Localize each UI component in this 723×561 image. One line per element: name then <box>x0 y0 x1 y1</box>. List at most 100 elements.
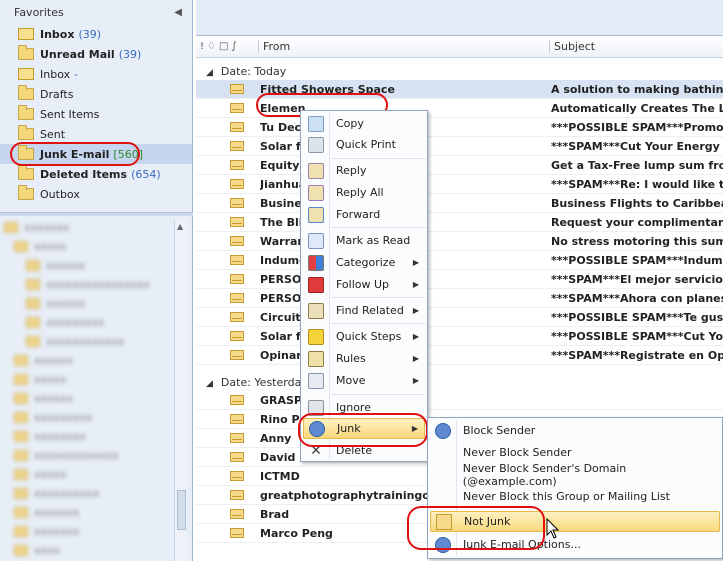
message-row[interactable]: PERSON***SPAM***El mejor servicio a Py <box>196 270 723 289</box>
attachment-icon[interactable]: ∫ <box>231 41 236 52</box>
menu-item-quick-steps[interactable]: Quick Steps ▶ <box>303 326 425 347</box>
fav-deleted-items[interactable]: Deleted Items (654) <box>0 164 192 184</box>
collapse-triangle-icon[interactable]: ◢ <box>206 68 213 78</box>
menu-separator <box>331 297 425 298</box>
menu-item-find-related[interactable]: Find Related ▶ <box>303 300 425 321</box>
header-icons: ! ♢ □ ∫ <box>196 41 258 52</box>
subject-column-header[interactable]: Subject <box>549 40 723 53</box>
forward-icon <box>308 206 324 223</box>
drafts-icon <box>18 85 34 100</box>
message-subject: ***POSSIBLE SPAM***Promocion <box>551 120 723 134</box>
message-row[interactable]: PERSON***SPAM***Ahora con planes ILI <box>196 289 723 308</box>
message-subject: Get a Tax-Free lump sum from yo <box>551 158 723 172</box>
scroll-up-icon[interactable]: ▲ <box>177 222 183 231</box>
context-menu: Copy Quick Print Reply Reply All Forward… <box>300 110 428 462</box>
folder-label: Sent Items <box>40 107 100 121</box>
reminder-icon[interactable]: ♢ <box>207 41 216 52</box>
submenu-arrow-icon: ▶ <box>412 258 419 267</box>
menu-item-quick-print[interactable]: Quick Print <box>303 134 425 155</box>
menu-item-forward[interactable]: Forward <box>303 204 425 225</box>
menu-label: Categorize <box>336 256 396 269</box>
rules-icon <box>308 350 324 367</box>
lightning-icon <box>308 328 324 345</box>
message-row[interactable]: Tu Deco***POSSIBLE SPAM***Promocion <box>196 118 723 137</box>
menu-item-reply-all[interactable]: Reply All <box>303 182 425 203</box>
menu-item-follow-up[interactable]: Follow Up ▶ <box>303 274 425 295</box>
group-label: Date: Yesterday <box>220 376 308 389</box>
submenu-never-block-domain[interactable]: Never Block Sender's Domain (@example.co… <box>430 462 720 488</box>
print-icon <box>308 136 324 153</box>
submenu-block-sender[interactable]: Block Sender <box>430 420 720 441</box>
message-subject: ***POSSIBLE SPAM***Te gustaria <box>551 310 723 324</box>
fav-drafts[interactable]: Drafts <box>0 84 192 104</box>
message-row[interactable]: Equity RGet a Tax-Free lump sum from yo <box>196 156 723 175</box>
submenu-never-block-group[interactable]: Never Block this Group or Mailing List <box>430 486 720 507</box>
envelope-icon <box>230 490 244 500</box>
message-row[interactable]: Solar fo***POSSIBLE SPAM***Cut Your Er <box>196 327 723 346</box>
fav-inbox[interactable]: Inbox (39) <box>0 24 192 44</box>
fav-unread-mail[interactable]: Unread Mail (39) <box>0 44 192 64</box>
envelope-icon <box>230 471 244 481</box>
menu-item-mark-as-read[interactable]: Mark as Read <box>303 230 425 251</box>
blank-icon <box>435 489 451 505</box>
menu-item-copy[interactable]: Copy <box>303 113 425 134</box>
message-row[interactable]: The BlinRequest your complimentary Blin <box>196 213 723 232</box>
message-row[interactable]: WarranNo stress motoring this summer <box>196 232 723 251</box>
blank-icon <box>435 445 451 461</box>
importance-icon[interactable]: ! <box>200 41 204 52</box>
folder-scrollbar[interactable]: ▲ <box>174 220 187 561</box>
favorites-header[interactable]: Favorites ◀ <box>0 0 192 24</box>
column-header: ! ♢ □ ∫ From Subject <box>196 36 723 58</box>
menu-label: Forward <box>336 208 381 221</box>
group-header-today[interactable]: ◢ Date: Today <box>196 58 723 80</box>
message-row[interactable]: Circuito***POSSIBLE SPAM***Te gustaria <box>196 308 723 327</box>
categorize-icon <box>308 254 324 271</box>
message-subject: Business Flights to Caribbean and <box>551 196 723 210</box>
message-row[interactable]: Opinan***SPAM***Registrate en Opinan <box>196 346 723 365</box>
envelope-icon <box>230 274 244 284</box>
document-icon[interactable]: □ <box>219 41 228 52</box>
blank-icon <box>435 467 451 483</box>
message-subject: ***POSSIBLE SPAM***Cut Your Er <box>551 329 723 343</box>
message-subject: Automatically Creates The Life Yo <box>551 101 723 115</box>
navigation-pane: Favorites ◀ Inbox (39) Unread Mail (39) … <box>0 0 193 561</box>
envelope-icon <box>230 236 244 246</box>
move-icon <box>308 372 324 389</box>
collapse-chevron-icon[interactable]: ◀ <box>174 7 182 18</box>
message-row[interactable]: Solar fo***SPAM***Cut Your Energy Bill I <box>196 137 723 156</box>
message-row[interactable]: BusinesBusiness Flights to Caribbean and <box>196 194 723 213</box>
unread-count: - <box>74 67 79 81</box>
fav-sent[interactable]: Sent <box>0 124 192 144</box>
group-header-yesterday[interactable]: ◢ Date: Yesterday <box>196 365 723 391</box>
submenu-arrow-icon: ▶ <box>412 332 419 341</box>
menu-item-categorize[interactable]: Categorize ▶ <box>303 252 425 273</box>
scrollbar-thumb[interactable] <box>177 490 186 530</box>
fav-outbox[interactable]: Outbox <box>0 184 192 204</box>
message-subject: A solution to making bathing a p <box>551 82 723 96</box>
envelope-icon <box>230 141 244 151</box>
submenu-arrow-icon: ▶ <box>412 376 419 385</box>
list-toolbar-area <box>196 0 723 36</box>
envelope-icon <box>230 528 244 538</box>
fav-inbox-2[interactable]: Inbox - <box>0 64 192 84</box>
reply-icon <box>308 162 324 179</box>
collapse-triangle-icon[interactable]: ◢ <box>206 379 213 389</box>
menu-label: Move <box>336 374 366 387</box>
envelope-icon <box>230 312 244 322</box>
message-row[interactable]: Indume***POSSIBLE SPAM***Indumenta <box>196 251 723 270</box>
search-folder-icon <box>18 45 34 60</box>
menu-item-move[interactable]: Move ▶ <box>303 370 425 391</box>
message-row[interactable]: Jianhua***SPAM***Re: I would like to ma <box>196 175 723 194</box>
message-row[interactable]: GRASP <box>196 391 723 410</box>
menu-item-reply[interactable]: Reply <box>303 160 425 181</box>
from-column-header[interactable]: From <box>258 40 549 53</box>
mouse-pointer-icon <box>546 518 560 539</box>
inbox-icon <box>18 28 34 40</box>
envelope-icon <box>230 84 244 94</box>
fav-sent-items[interactable]: Sent Items <box>0 104 192 124</box>
submenu-never-block-sender[interactable]: Never Block Sender <box>430 442 720 463</box>
blurred-folder-tree: xxxxxxx xxxxx xxxxxx xxxxxxxxxxxxxxxx xx… <box>0 218 180 561</box>
submenu-label: Never Block this Group or Mailing List <box>463 490 670 503</box>
folder-label: Deleted Items <box>40 167 128 181</box>
menu-item-rules[interactable]: Rules ▶ <box>303 348 425 369</box>
